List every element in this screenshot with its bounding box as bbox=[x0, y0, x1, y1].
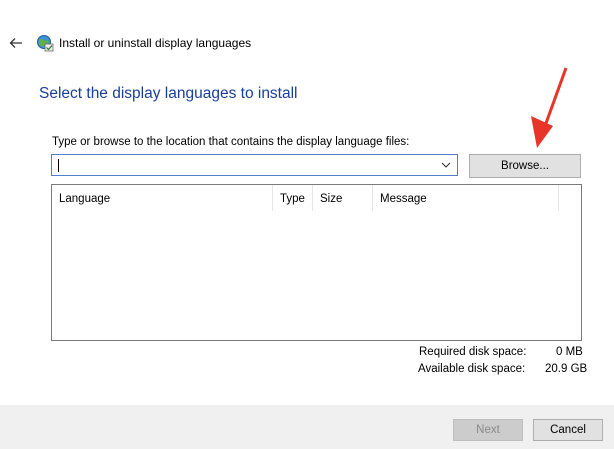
back-button[interactable] bbox=[8, 35, 24, 51]
page-heading: Select the display languages to install bbox=[39, 85, 298, 102]
language-globe-icon bbox=[36, 34, 54, 52]
window-title: Install or uninstall display languages bbox=[59, 36, 252, 50]
required-disk-space-label: Required disk space: bbox=[419, 346, 527, 358]
available-disk-space-value: 20.9 GB bbox=[545, 363, 588, 375]
chevron-down-icon[interactable] bbox=[441, 161, 451, 169]
language-list[interactable]: Language Type Size Message bbox=[51, 184, 582, 341]
browse-button[interactable]: Browse... bbox=[469, 154, 581, 178]
text-caret bbox=[58, 159, 59, 172]
column-header-size[interactable]: Size bbox=[313, 185, 373, 211]
column-header-language[interactable]: Language bbox=[52, 185, 273, 211]
location-combobox[interactable] bbox=[51, 154, 458, 176]
annotation-arrow-icon bbox=[531, 67, 568, 148]
path-field-label: Type or browse to the location that cont… bbox=[52, 136, 410, 148]
required-disk-space-value: 0 MB bbox=[556, 346, 583, 358]
cancel-button[interactable]: Cancel bbox=[533, 419, 603, 441]
column-header-message[interactable]: Message bbox=[373, 185, 559, 211]
back-arrow-icon bbox=[9, 38, 22, 48]
available-disk-space-label: Available disk space: bbox=[418, 363, 526, 375]
next-button[interactable]: Next bbox=[453, 419, 523, 441]
column-header-type[interactable]: Type bbox=[273, 185, 313, 211]
